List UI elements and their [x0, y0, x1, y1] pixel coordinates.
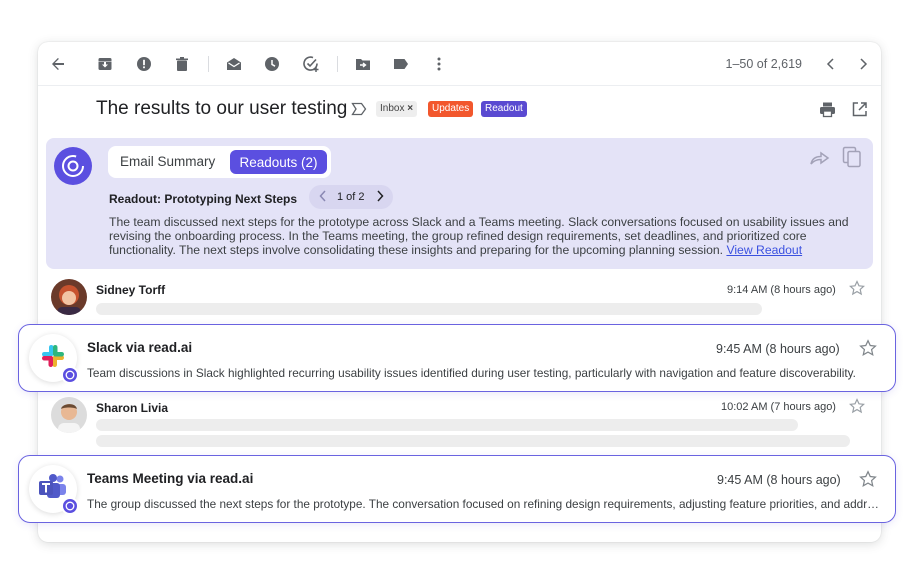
chevron-right-icon[interactable]: [854, 55, 872, 73]
delete-icon[interactable]: [173, 55, 191, 73]
message-placeholder-bar: [96, 419, 798, 431]
more-icon[interactable]: [430, 55, 448, 73]
teams-avatar: [29, 465, 79, 515]
view-readout-link[interactable]: View Readout: [726, 243, 802, 257]
message-pager: 1–50 of 2,619: [725, 57, 802, 71]
message-row-teams[interactable]: Teams Meeting via read.ai 9:45 AM (8 hou…: [18, 455, 896, 523]
avatar-sharon-livia: [51, 397, 87, 433]
toolbar-divider: [208, 56, 209, 72]
read-ai-badge-icon: [61, 366, 79, 384]
readout-title: Readout: Prototyping Next Steps: [109, 192, 298, 206]
tab-readouts[interactable]: Readouts (2): [230, 150, 327, 174]
message-placeholder-bar: [96, 303, 762, 315]
star-icon[interactable]: [859, 339, 877, 362]
message-time-ago: (8 hours ago): [765, 342, 840, 356]
inbox-label: Inbox: [380, 103, 405, 114]
inbox-label-chip[interactable]: Inbox ×: [376, 101, 418, 117]
readout-pager: 1 of 2: [309, 185, 393, 209]
message-time-ago: (8 hours ago): [766, 473, 841, 487]
message-row-sidney[interactable]: Sidney Torff 9:14 AM (8 hours ago): [38, 276, 881, 324]
readout-body: The team discussed next steps for the pr…: [109, 215, 859, 258]
read-ai-logo-icon: [54, 147, 92, 185]
subject-row: The results to our user testing Inbox × …: [38, 92, 881, 126]
readout-summary-panel: Email Summary Readouts (2) Readout: Prot…: [46, 138, 873, 269]
message-time-value: 9:45 AM: [716, 342, 762, 356]
readout-tabs: Email Summary Readouts (2): [108, 146, 331, 178]
archive-icon[interactable]: [96, 55, 114, 73]
avatar-sidney-torff: [51, 279, 87, 315]
forward-icon[interactable]: [810, 150, 830, 171]
star-icon[interactable]: [849, 280, 865, 301]
email-toolbar: 1–50 of 2,619: [38, 42, 881, 86]
message-snippet: Team discussions in Slack highlighted re…: [87, 366, 856, 380]
message-row-sharon[interactable]: Sharon Livia 10:02 AM (7 hours ago): [38, 392, 881, 452]
message-time: 9:45 AM (8 hours ago): [716, 342, 840, 356]
tab-email-summary[interactable]: Email Summary: [120, 154, 215, 169]
message-time: 9:14 AM (8 hours ago): [727, 284, 836, 296]
star-icon[interactable]: [859, 470, 877, 493]
back-arrow-icon[interactable]: [49, 55, 67, 73]
snooze-icon[interactable]: [263, 55, 281, 73]
message-time-value: 9:14 AM: [727, 284, 768, 296]
readout-prev-icon[interactable]: [319, 190, 327, 205]
message-time-value: 9:45 AM: [717, 473, 763, 487]
message-time-ago: (7 hours ago): [770, 401, 836, 413]
email-subject: The results to our user testing: [96, 98, 348, 119]
importance-marker-icon[interactable]: [351, 102, 367, 121]
message-placeholder-bar: [96, 435, 850, 447]
readout-next-icon[interactable]: [376, 190, 384, 205]
sender-name: Slack via read.ai: [87, 340, 193, 355]
remove-label-icon[interactable]: ×: [407, 103, 413, 114]
toolbar-divider: [337, 56, 338, 72]
open-in-new-window-icon[interactable]: [851, 101, 868, 123]
message-time: 9:45 AM (8 hours ago): [717, 473, 841, 487]
read-ai-badge-icon: [61, 497, 79, 515]
readout-label-chip[interactable]: Readout: [481, 101, 527, 117]
move-to-icon[interactable]: [354, 55, 372, 73]
message-snippet: The group discussed the next steps for t…: [87, 497, 879, 511]
sender-name: Sidney Torff: [96, 283, 166, 297]
print-icon[interactable]: [819, 101, 836, 123]
mark-unread-icon[interactable]: [225, 55, 243, 73]
sender-name: Sharon Livia: [96, 401, 169, 415]
message-time-ago: (8 hours ago): [770, 284, 836, 296]
report-spam-icon[interactable]: [135, 55, 153, 73]
slack-avatar: [29, 334, 79, 384]
message-row-slack[interactable]: Slack via read.ai 9:45 AM (8 hours ago) …: [18, 324, 896, 392]
message-time: 10:02 AM (7 hours ago): [721, 401, 836, 413]
star-icon[interactable]: [849, 398, 865, 419]
message-time-value: 10:02 AM: [721, 401, 768, 413]
sender-name: Teams Meeting via read.ai: [87, 471, 254, 486]
updates-label-chip[interactable]: Updates: [428, 101, 474, 117]
chevron-left-icon[interactable]: [822, 55, 840, 73]
copy-icon[interactable]: [842, 146, 862, 173]
label-icon[interactable]: [392, 55, 410, 73]
add-task-icon[interactable]: [302, 55, 320, 73]
readout-pager-text: 1 of 2: [337, 191, 365, 203]
